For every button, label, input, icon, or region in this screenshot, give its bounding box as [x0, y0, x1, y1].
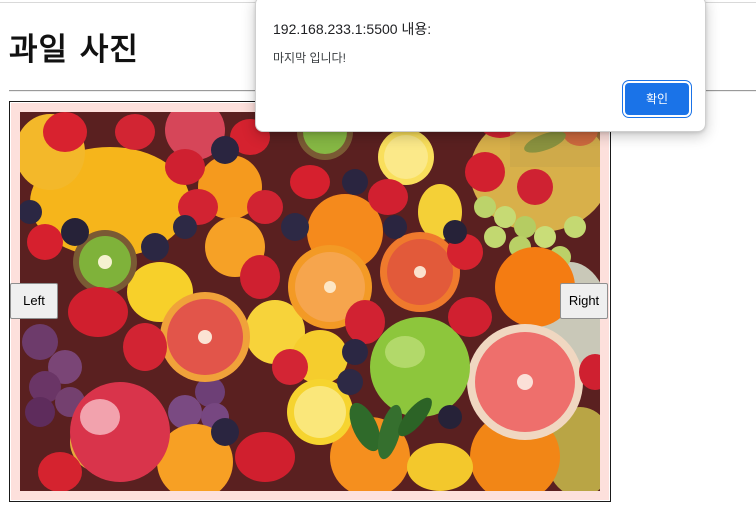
- alert-ok-button[interactable]: 확인: [625, 83, 689, 115]
- alert-dialog: 192.168.233.1:5500 내용: 마지막 입니다! 확인: [255, 0, 706, 132]
- browser-page: 과일 사진 Left Right 192.168.233.1:5500 내용: …: [0, 0, 756, 517]
- page-title: 과일 사진: [9, 32, 139, 68]
- alert-message: 마지막 입니다!: [273, 51, 346, 65]
- alert-origin: 192.168.233.1:5500 내용:: [273, 21, 432, 37]
- photo-mat: [11, 103, 609, 500]
- fruit-image: [20, 112, 600, 491]
- left-button[interactable]: Left: [10, 283, 58, 319]
- fruit-photo: [20, 112, 600, 491]
- right-button[interactable]: Right: [560, 283, 608, 319]
- image-gallery: Left Right: [9, 101, 611, 502]
